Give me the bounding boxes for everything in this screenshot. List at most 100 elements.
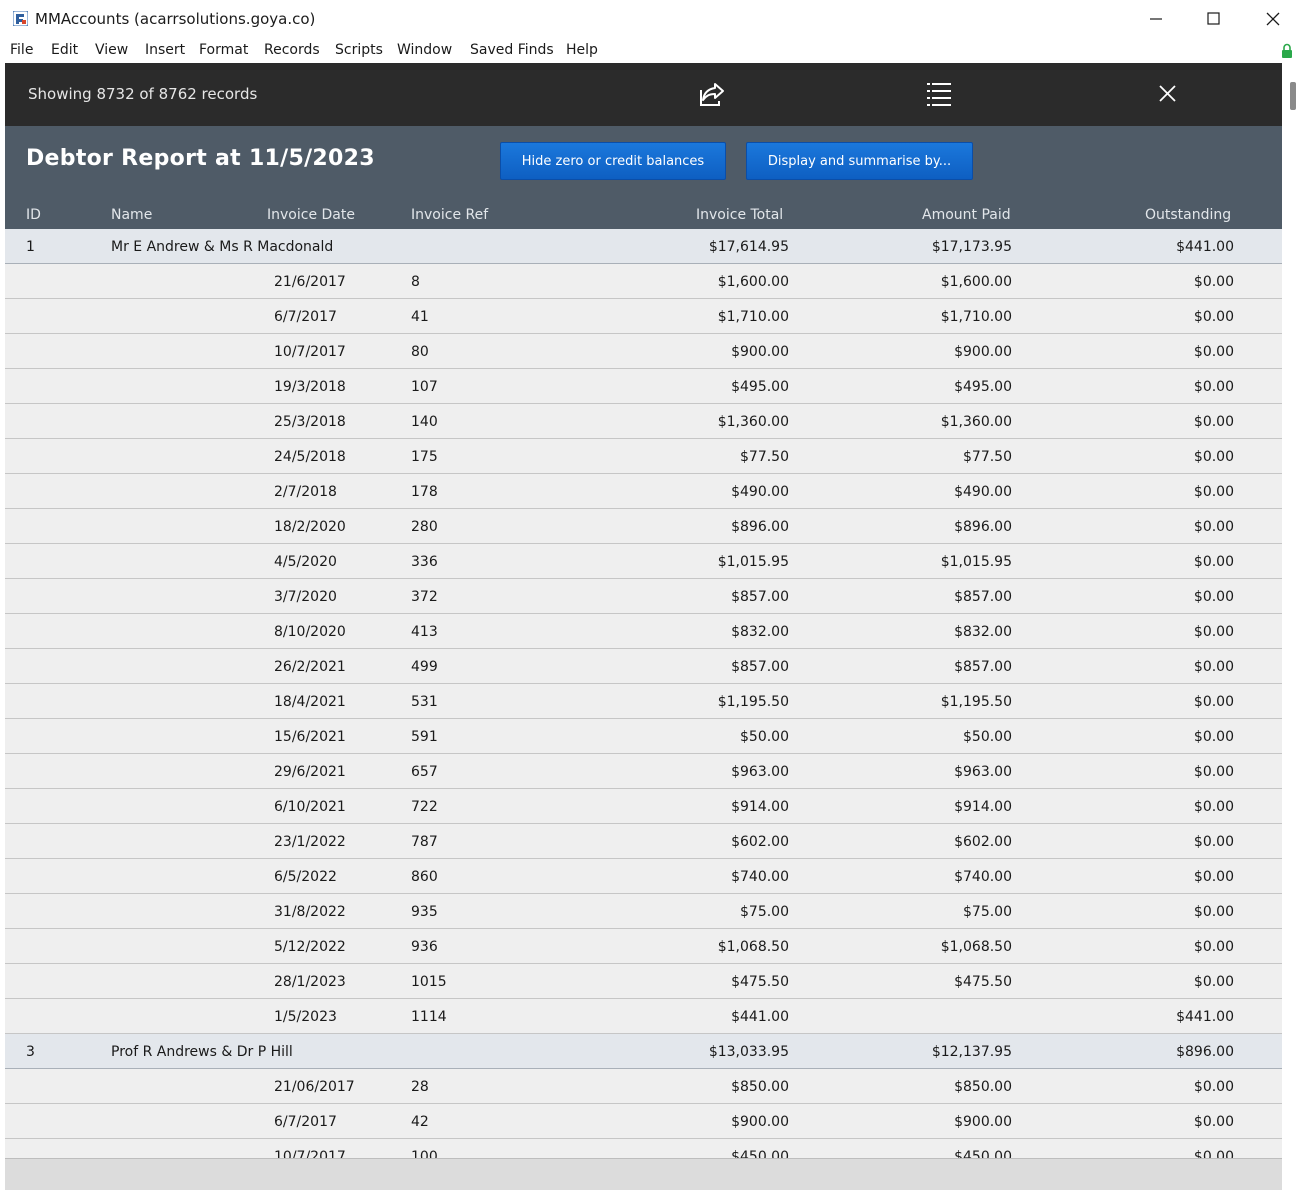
cell-invoice-total: $17,614.95 bbox=[708, 239, 789, 255]
cell-invoice-total: $1,600.00 bbox=[717, 274, 789, 290]
column-header-amount-paid[interactable]: Amount Paid bbox=[922, 207, 1011, 223]
invoice-row[interactable]: 18/2/2020 280 $896.00 $896.00 $0.00 bbox=[5, 509, 1282, 544]
invoice-row[interactable]: 28/1/2023 1015 $475.50 $475.50 $0.00 bbox=[5, 964, 1282, 999]
invoice-row[interactable]: 18/4/2021 531 $1,195.50 $1,195.50 $0.00 bbox=[5, 684, 1282, 719]
cell-invoice-date: 24/5/2018 bbox=[274, 449, 346, 465]
cell-outstanding: $0.00 bbox=[1193, 554, 1234, 570]
cell-invoice-ref: 1015 bbox=[411, 974, 447, 990]
cell-invoice-total: $857.00 bbox=[731, 589, 789, 605]
report-title: Debtor Report at 11/5/2023 bbox=[26, 146, 375, 171]
cell-invoice-total: $850.00 bbox=[731, 1079, 789, 1095]
menu-window[interactable]: Window bbox=[397, 42, 452, 58]
cell-outstanding: $0.00 bbox=[1193, 834, 1234, 850]
column-header-invoice-ref[interactable]: Invoice Ref bbox=[411, 207, 488, 223]
invoice-row[interactable]: 25/3/2018 140 $1,360.00 $1,360.00 $0.00 bbox=[5, 404, 1282, 439]
invoice-row[interactable]: 10/7/2017 100 $450.00 $450.00 $0.00 bbox=[5, 1139, 1282, 1158]
invoice-row[interactable]: 26/2/2021 499 $857.00 $857.00 $0.00 bbox=[5, 649, 1282, 684]
cell-invoice-ref: 531 bbox=[411, 694, 438, 710]
cell-outstanding: $0.00 bbox=[1193, 449, 1234, 465]
column-header-name[interactable]: Name bbox=[111, 207, 152, 223]
column-header-invoice-total[interactable]: Invoice Total bbox=[696, 207, 783, 223]
cell-outstanding: $0.00 bbox=[1193, 309, 1234, 325]
cell-invoice-ref: 372 bbox=[411, 589, 438, 605]
cell-invoice-ref: 722 bbox=[411, 799, 438, 815]
list-view-icon[interactable] bbox=[925, 80, 953, 108]
hide-zero-balances-button[interactable]: Hide zero or credit balances bbox=[500, 142, 726, 180]
cell-invoice-date: 8/10/2020 bbox=[274, 624, 346, 640]
cell-invoice-total: $75.00 bbox=[740, 904, 789, 920]
cell-amount-paid: $1,015.95 bbox=[940, 554, 1012, 570]
invoice-row[interactable]: 19/3/2018 107 $495.00 $495.00 $0.00 bbox=[5, 369, 1282, 404]
invoice-row[interactable]: 1/5/2023 1114 $441.00 $441.00 bbox=[5, 999, 1282, 1034]
invoice-row[interactable]: 6/10/2021 722 $914.00 $914.00 $0.00 bbox=[5, 789, 1282, 824]
cell-amount-paid: $1,710.00 bbox=[940, 309, 1012, 325]
invoice-row[interactable]: 8/10/2020 413 $832.00 $832.00 $0.00 bbox=[5, 614, 1282, 649]
invoice-row[interactable]: 6/5/2022 860 $740.00 $740.00 $0.00 bbox=[5, 859, 1282, 894]
invoice-row[interactable]: 15/6/2021 591 $50.00 $50.00 $0.00 bbox=[5, 719, 1282, 754]
app-logo-icon bbox=[13, 11, 28, 26]
menu-scripts[interactable]: Scripts bbox=[335, 42, 383, 58]
invoice-row[interactable]: 10/7/2017 80 $900.00 $900.00 $0.00 bbox=[5, 334, 1282, 369]
invoice-row[interactable]: 5/12/2022 936 $1,068.50 $1,068.50 $0.00 bbox=[5, 929, 1282, 964]
menu-saved-finds[interactable]: Saved Finds bbox=[470, 42, 554, 58]
cell-amount-paid: $896.00 bbox=[954, 519, 1012, 535]
cell-amount-paid: $75.00 bbox=[963, 904, 1012, 920]
column-header-id[interactable]: ID bbox=[26, 207, 41, 223]
display-summarise-button[interactable]: Display and summarise by... bbox=[746, 142, 973, 180]
cell-invoice-ref: 8 bbox=[411, 274, 420, 290]
cell-invoice-ref: 280 bbox=[411, 519, 438, 535]
cell-invoice-total: $1,360.00 bbox=[717, 414, 789, 430]
column-header-outstanding[interactable]: Outstanding bbox=[1145, 207, 1231, 223]
menu-records[interactable]: Records bbox=[264, 42, 320, 58]
invoice-row[interactable]: 31/8/2022 935 $75.00 $75.00 $0.00 bbox=[5, 894, 1282, 929]
invoice-row[interactable]: 6/7/2017 41 $1,710.00 $1,710.00 $0.00 bbox=[5, 299, 1282, 334]
menu-edit[interactable]: Edit bbox=[51, 42, 78, 58]
column-header-invoice-date[interactable]: Invoice Date bbox=[267, 207, 355, 223]
cell-outstanding: $0.00 bbox=[1193, 659, 1234, 675]
cell-invoice-date: 15/6/2021 bbox=[274, 729, 346, 745]
debtor-summary-row[interactable]: 1 Mr E Andrew & Ms R Macdonald $17,614.95 $… bbox=[5, 229, 1282, 264]
vertical-scrollbar[interactable] bbox=[1284, 63, 1303, 1190]
minimize-button[interactable] bbox=[1127, 0, 1185, 38]
cell-invoice-date: 6/7/2017 bbox=[274, 1114, 337, 1130]
invoice-row[interactable]: 2/7/2018 178 $490.00 $490.00 $0.00 bbox=[5, 474, 1282, 509]
cell-invoice-ref: 41 bbox=[411, 309, 429, 325]
maximize-button[interactable] bbox=[1185, 0, 1243, 38]
cell-outstanding: $0.00 bbox=[1193, 379, 1234, 395]
records-toolbar: Showing 8732 of 8762 records bbox=[5, 63, 1282, 126]
cell-invoice-total: $1,068.50 bbox=[717, 939, 789, 955]
cell-invoice-total: $475.50 bbox=[731, 974, 789, 990]
cell-name: Prof R Andrews & Dr P Hill bbox=[111, 1044, 293, 1060]
debtor-summary-row[interactable]: 3 Prof R Andrews & Dr P Hill $13,033.95 $12… bbox=[5, 1034, 1282, 1069]
menu-insert[interactable]: Insert bbox=[145, 42, 185, 58]
menu-help[interactable]: Help bbox=[566, 42, 598, 58]
cell-invoice-date: 6/7/2017 bbox=[274, 309, 337, 325]
cell-invoice-total: $1,710.00 bbox=[717, 309, 789, 325]
invoice-row[interactable]: 21/6/2017 8 $1,600.00 $1,600.00 $0.00 bbox=[5, 264, 1282, 299]
invoice-row[interactable]: 4/5/2020 336 $1,015.95 $1,015.95 $0.00 bbox=[5, 544, 1282, 579]
cell-invoice-date: 29/6/2021 bbox=[274, 764, 346, 780]
invoice-row[interactable]: 24/5/2018 175 $77.50 $77.50 $0.00 bbox=[5, 439, 1282, 474]
window-title: MMAccounts (acarrsolutions.goya.co) bbox=[35, 10, 316, 28]
close-icon bbox=[1266, 12, 1280, 26]
cell-outstanding: $0.00 bbox=[1193, 624, 1234, 640]
window-close-button[interactable] bbox=[1244, 0, 1302, 38]
invoice-row[interactable]: 23/1/2022 787 $602.00 $602.00 $0.00 bbox=[5, 824, 1282, 859]
close-icon[interactable] bbox=[1159, 85, 1176, 102]
cell-invoice-total: $50.00 bbox=[740, 729, 789, 745]
menu-file[interactable]: File bbox=[10, 42, 33, 58]
invoice-row[interactable]: 21/06/2017 28 $850.00 $850.00 $0.00 bbox=[5, 1069, 1282, 1104]
invoice-row[interactable]: 29/6/2021 657 $963.00 $963.00 $0.00 bbox=[5, 754, 1282, 789]
menu-view[interactable]: View bbox=[95, 42, 128, 58]
scrollbar-thumb[interactable] bbox=[1290, 82, 1296, 110]
cell-amount-paid: $900.00 bbox=[954, 1114, 1012, 1130]
invoice-row[interactable]: 3/7/2020 372 $857.00 $857.00 $0.00 bbox=[5, 579, 1282, 614]
invoice-row[interactable]: 6/7/2017 42 $900.00 $900.00 $0.00 bbox=[5, 1104, 1282, 1139]
menu-bar: File Edit View Insert Format Records Scr… bbox=[0, 38, 1303, 63]
menu-format[interactable]: Format bbox=[199, 42, 248, 58]
cell-invoice-total: $896.00 bbox=[731, 519, 789, 535]
share-icon[interactable] bbox=[698, 80, 726, 108]
cell-invoice-total: $857.00 bbox=[731, 659, 789, 675]
cell-id: 3 bbox=[26, 1044, 35, 1060]
cell-amount-paid: $832.00 bbox=[954, 624, 1012, 640]
